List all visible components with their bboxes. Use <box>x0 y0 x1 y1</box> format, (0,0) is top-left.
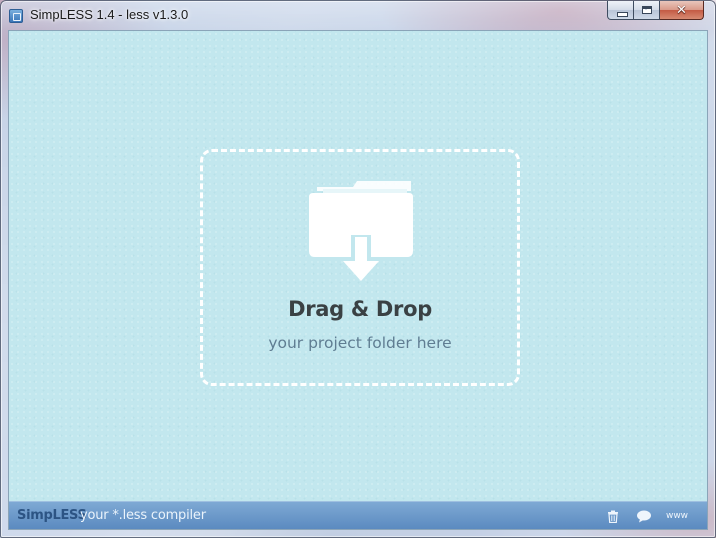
close-button[interactable]: ✕ <box>660 1 704 20</box>
trash-icon <box>608 510 618 523</box>
maximize-icon <box>642 6 652 14</box>
app-icon[interactable] <box>9 9 23 23</box>
drop-title: Drag & Drop <box>288 297 432 321</box>
footer-brand: SimpLESS <box>17 508 87 523</box>
maximize-button[interactable] <box>634 1 660 20</box>
footer-bar: SimpLESS your *.less compiler www <box>9 501 707 529</box>
speech-bubble-icon <box>637 510 651 522</box>
minimize-button[interactable] <box>607 1 634 20</box>
drop-subtitle: your project folder here <box>268 334 452 352</box>
app-window: SimpLESS 1.4 - less v1.3.0 ✕ Drag & Drop… <box>0 0 716 538</box>
website-button[interactable]: www <box>663 509 691 523</box>
folder-drop-icon <box>309 181 413 281</box>
client-area: Drag & Drop your project folder here Sim… <box>8 30 708 530</box>
drop-zone[interactable]: Drag & Drop your project folder here <box>200 149 520 386</box>
caption-buttons: ✕ <box>607 1 704 21</box>
minimize-icon <box>617 12 628 17</box>
comment-button[interactable] <box>636 509 652 523</box>
close-icon: ✕ <box>676 2 687 18</box>
title-bar[interactable]: SimpLESS 1.4 - less v1.3.0 ✕ <box>1 1 715 30</box>
footer-tagline: your *.less compiler <box>80 508 206 523</box>
trash-button[interactable] <box>606 509 620 523</box>
window-title: SimpLESS 1.4 - less v1.3.0 <box>30 7 189 22</box>
